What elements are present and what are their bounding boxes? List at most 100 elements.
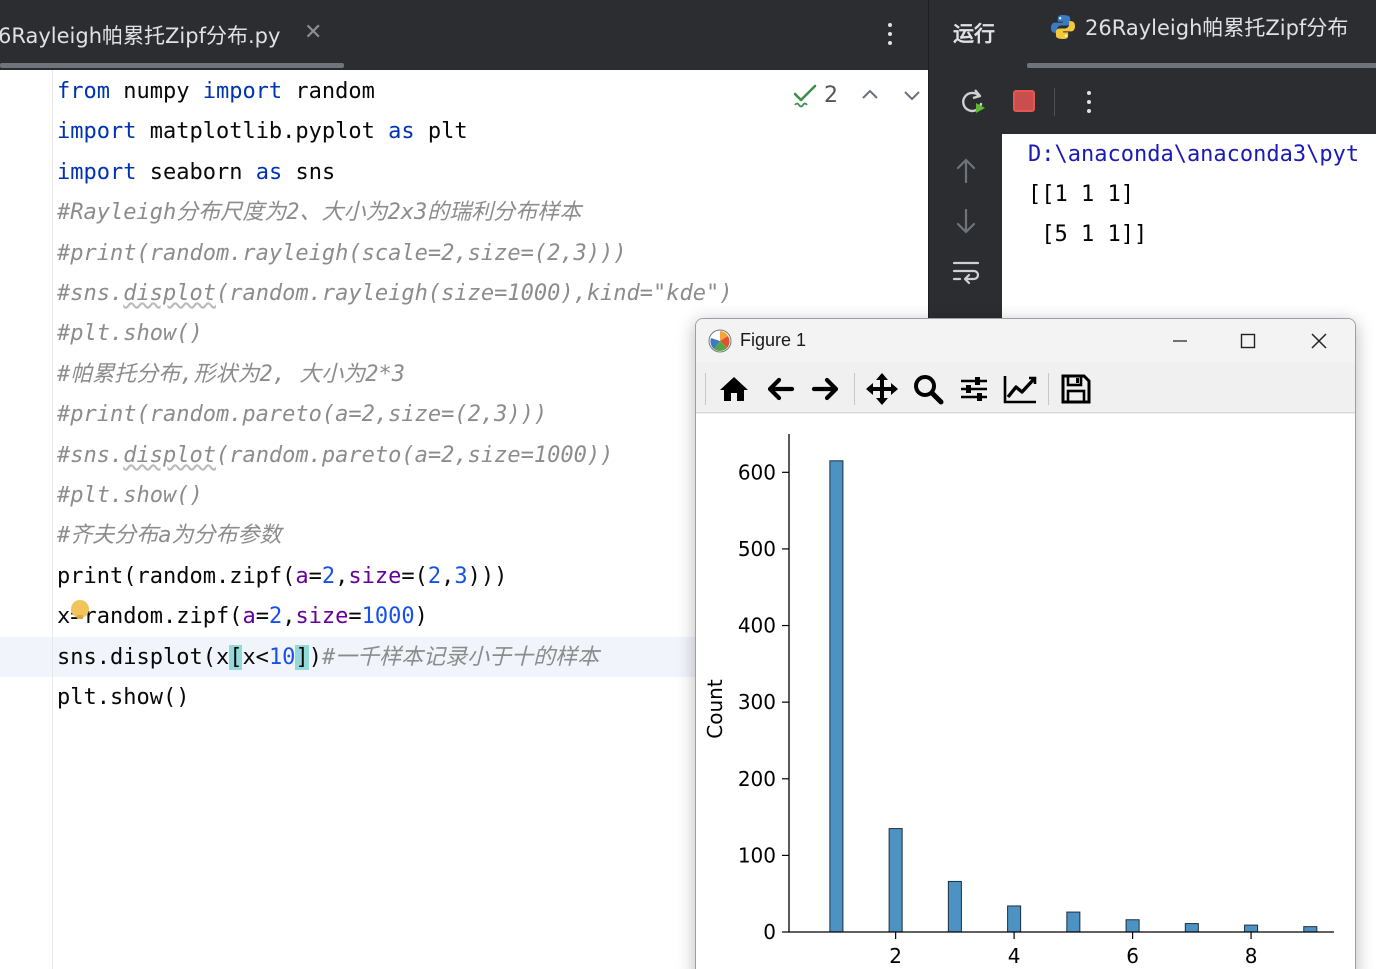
y-tick-label: 500 [738, 537, 776, 561]
code-line[interactable]: #sns.displot(random.pareto(a=2,size=1000… [57, 436, 613, 476]
checkmark-icon [793, 84, 817, 108]
figure-title-bar[interactable]: Figure 1 [696, 319, 1355, 363]
configure-subplots-button[interactable] [956, 371, 992, 407]
code-token: import [202, 79, 283, 104]
y-tick-label: 300 [738, 690, 776, 714]
maximize-button[interactable] [1225, 327, 1271, 355]
y-tick-label: 600 [738, 460, 776, 484]
editor-tab[interactable]: 6Rayleigh帕累托Zipf分布.py ✕ [0, 0, 344, 70]
code-token: #帕累托分布,形状为2, 大小为2*3 [57, 361, 405, 387]
code-token: [ [229, 644, 243, 670]
editor-tab-title: 6Rayleigh帕累托Zipf分布.py [0, 24, 281, 48]
python-icon [1051, 15, 1075, 39]
back-icon [767, 377, 795, 401]
code-token: sns.displot(x [57, 644, 230, 670]
more-options-icon[interactable] [878, 14, 902, 54]
console-line: [5 1 1]] [1028, 222, 1148, 247]
back-button[interactable] [762, 371, 798, 407]
code-token: 10 [268, 644, 296, 670]
code-token: random [282, 79, 375, 104]
run-panel-header: 运行 26Rayleigh帕累托Zipf分布 [928, 0, 1376, 70]
more-options-icon[interactable] [1077, 86, 1101, 118]
code-token: #print(random.rayleigh(scale=2,size=(2,3… [57, 240, 627, 266]
code-line[interactable]: #print(random.pareto(a=2,size=(2,3))) [57, 395, 547, 435]
arrow-down-icon[interactable] [953, 208, 979, 236]
code-line[interactable]: plt.show() [57, 678, 189, 718]
code-token: as [255, 159, 283, 185]
zoom-button[interactable] [910, 371, 946, 407]
histogram-bar [888, 828, 903, 933]
soft-wrap-icon[interactable] [951, 258, 981, 286]
code-token: a [242, 604, 256, 630]
code-line[interactable]: import matplotlib.pyplot as plt [57, 112, 468, 152]
code-token: plt.show() [57, 685, 190, 710]
home-button[interactable] [716, 371, 752, 407]
code-line[interactable]: #帕累托分布,形状为2, 大小为2*3 [57, 355, 405, 395]
code-line[interactable]: print(random.zipf(a=2,size=(2,3))) [57, 557, 507, 597]
x-tick-label: 8 [1245, 944, 1258, 968]
chevron-up-icon[interactable] [860, 85, 880, 105]
rerun-icon[interactable] [957, 86, 989, 118]
arrow-up-icon[interactable] [953, 156, 979, 184]
code-token: import [57, 159, 137, 185]
y-tick-label: 400 [738, 614, 776, 638]
inspection-widget[interactable]: 2 [792, 82, 922, 108]
code-line[interactable]: #plt.show() [57, 314, 203, 354]
code-token: x< [242, 644, 269, 670]
code-line[interactable]: #print(random.rayleigh(scale=2,size=(2,3… [57, 234, 627, 274]
code-token: 2 [268, 604, 283, 630]
code-token: #plt.show() [57, 483, 203, 508]
y-tick-label: 0 [763, 920, 776, 944]
code-token: = [308, 563, 322, 589]
maximize-icon [1240, 333, 1256, 349]
run-panel-label[interactable]: 运行 [953, 18, 995, 48]
edit-axis-icon [1003, 376, 1037, 404]
home-icon [720, 377, 748, 401]
code-token: , [282, 604, 296, 630]
code-token: ) [414, 604, 428, 630]
code-token: size [348, 563, 402, 589]
code-token: size [295, 604, 349, 630]
x-tick-label: 4 [1008, 944, 1021, 968]
chevron-down-icon[interactable] [902, 85, 922, 105]
code-token: as [388, 119, 415, 145]
code-token: = [255, 604, 269, 630]
code-line[interactable]: from numpy import random [57, 72, 375, 112]
code-line[interactable]: #plt.show() [57, 476, 203, 516]
close-icon[interactable]: ✕ [304, 22, 322, 44]
run-tab-indicator [1027, 63, 1376, 68]
zoom-icon [914, 375, 944, 405]
code-token: ] [295, 644, 309, 670]
code-token: 2 [321, 563, 336, 589]
histogram-bar [1303, 926, 1318, 933]
code-line[interactable]: sns.displot(x[x<10])#一千样本记录小于十的样本 [57, 638, 599, 678]
figure-canvas[interactable]: 0 100 200 300 400 500 600 2 4 6 8 Count [696, 414, 1355, 969]
code-token: displot [123, 281, 216, 306]
toolbar-divider [1048, 373, 1049, 405]
save-button[interactable] [1058, 371, 1094, 407]
forward-button[interactable] [808, 371, 844, 407]
histogram-bar [1066, 911, 1081, 933]
x-tick-label: 2 [889, 944, 902, 968]
minimize-button[interactable] [1157, 327, 1203, 355]
run-config-tab[interactable]: 26Rayleigh帕累托Zipf分布 [1049, 12, 1348, 42]
edit-axis-button[interactable] [1002, 371, 1038, 407]
y-tick-label: 100 [738, 843, 776, 867]
code-line[interactable]: x=random.zipf(a=2,size=1000) [57, 597, 428, 637]
close-button[interactable] [1296, 327, 1342, 355]
pan-button[interactable] [864, 371, 900, 407]
code-token: #sns. [57, 442, 124, 468]
code-line[interactable]: #齐夫分布a为分布参数 [57, 516, 282, 556]
code-token: #Rayleigh分布尺度为2、大小为2x3的瑞利分布样本 [57, 200, 582, 226]
stop-icon[interactable] [1013, 90, 1035, 112]
lightbulb-icon[interactable] [71, 600, 89, 619]
figure-window[interactable]: Figure 1 0 100 200 300 400 500 600 2 4 6… [695, 318, 1356, 969]
configure-subplots-icon [961, 377, 987, 401]
code-line[interactable]: #Rayleigh分布尺度为2、大小为2x3的瑞利分布样本 [57, 193, 581, 233]
toolbar-divider [705, 373, 706, 405]
code-token: ) [308, 644, 322, 670]
code-token: (random.zipf( [123, 563, 296, 589]
code-line[interactable]: import seaborn as sns [57, 153, 335, 193]
code-line[interactable]: #sns.displot(random.rayleigh(size=1000),… [57, 274, 733, 314]
code-token: (random.rayleigh(size=1000),kind="kde") [215, 281, 733, 306]
